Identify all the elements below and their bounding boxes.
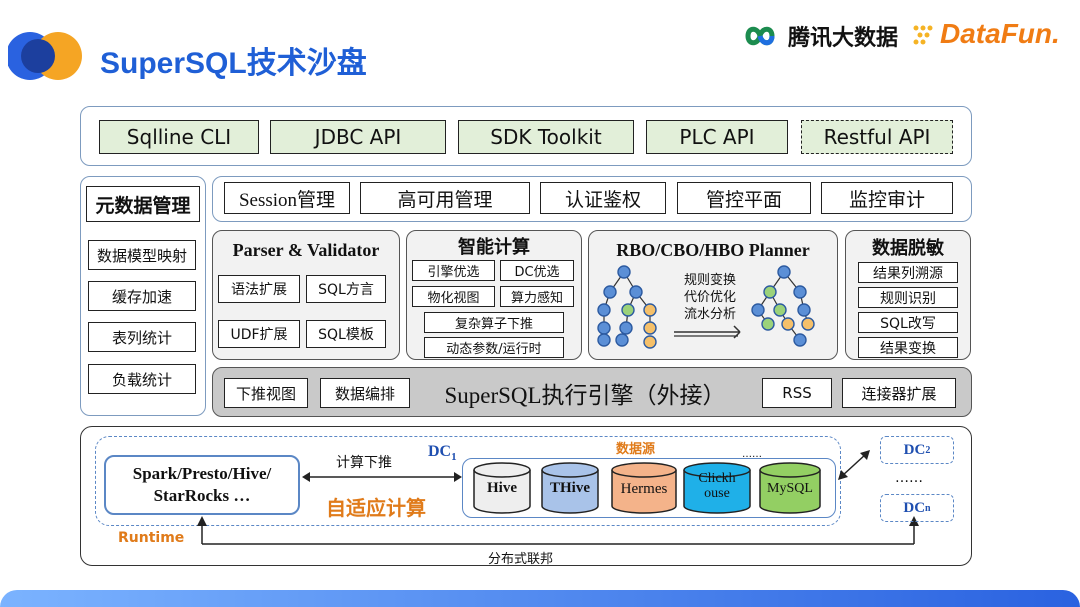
smart-item: 复杂算子下推 (424, 312, 564, 333)
dcn-box: DC n (880, 494, 954, 522)
planner-text-block: 规则变换 代价优化 流水分析 (670, 272, 750, 323)
engine-connector-ext: 连接器扩展 (842, 378, 956, 408)
smart-compute-title: 智能计算 (458, 237, 530, 258)
service-audit: 监控审计 (821, 182, 953, 214)
dc-ellipsis: …… (895, 470, 923, 486)
planner-text-line: 代价优化 (683, 290, 736, 305)
planner-title: RBO/CBO/HBO Planner (616, 240, 810, 260)
dc2-label-main: DC (903, 441, 926, 458)
parser-item: 语法扩展 (218, 275, 300, 303)
parser-item: SQL模板 (306, 320, 386, 348)
brand-datafun-text: DataFun. (940, 18, 1060, 49)
engine-push-view: 下推视图 (224, 378, 308, 408)
api-sdk-toolkit: SDK Toolkit (458, 120, 634, 154)
metadata-item: 缓存加速 (88, 281, 196, 311)
runtime-label: Runtime (118, 530, 185, 546)
dcn-label-main: DC (903, 499, 926, 516)
planner-text-line: 流水分析 (683, 307, 736, 322)
smart-item: 物化视图 (412, 286, 495, 307)
metadata-item: 表列统计 (88, 322, 196, 352)
federation-label: 分布式联邦 (488, 552, 554, 567)
datafun-logo: DataFun. (912, 14, 1060, 54)
api-plc: PLC API (646, 120, 788, 154)
dots-icon (913, 25, 933, 45)
infinity-icon (745, 26, 775, 46)
dc2-box: DC 2 (880, 436, 954, 464)
logo-circles-icon (8, 32, 82, 80)
smart-item: DC优选 (500, 260, 574, 281)
smart-item: 引擎优选 (412, 260, 495, 281)
metadata-item: 数据模型映射 (88, 240, 196, 270)
masking-item: 规则识别 (858, 287, 958, 308)
masking-item: 结果变换 (858, 337, 958, 358)
engine-orchestration: 数据编排 (320, 378, 410, 408)
dcn-label-sub: n (925, 502, 931, 514)
service-ha: 高可用管理 (360, 182, 530, 214)
smart-item: 动态参数/运行时 (424, 337, 564, 358)
masking-item: 结果列溯源 (858, 262, 958, 283)
service-session: Session管理 (224, 182, 350, 214)
service-auth: 认证鉴权 (540, 182, 666, 214)
smart-item: 算力感知 (500, 286, 574, 307)
dc2-label-sub: 2 (925, 444, 931, 456)
metadata-item: 负载统计 (88, 364, 196, 394)
api-restful: Restful API (801, 120, 953, 154)
parser-item: UDF扩展 (218, 320, 300, 348)
engine-rss: RSS (762, 378, 832, 408)
footer-band (0, 590, 1080, 607)
parser-item: SQL方言 (306, 275, 386, 303)
api-jdbc: JDBC API (270, 120, 446, 154)
planner-text-line: 规则变换 (683, 273, 736, 288)
api-sqlline-cli: Sqlline CLI (99, 120, 259, 154)
metadata-title: 元数据管理 (86, 186, 200, 222)
tencent-bigdata-logo: 腾讯大数据 (740, 18, 898, 54)
masking-item: SQL改写 (858, 312, 958, 333)
service-control-plane: 管控平面 (677, 182, 811, 214)
parser-title: Parser & Validator (232, 240, 380, 260)
federation-connector (197, 450, 919, 545)
page-title: SuperSQL技术沙盘 (100, 47, 367, 80)
masking-title: 数据脱敏 (872, 238, 944, 259)
engine-title: SuperSQL执行引擎（外接） (444, 383, 726, 408)
brand-tencent-text: 腾讯大数据 (788, 26, 899, 51)
